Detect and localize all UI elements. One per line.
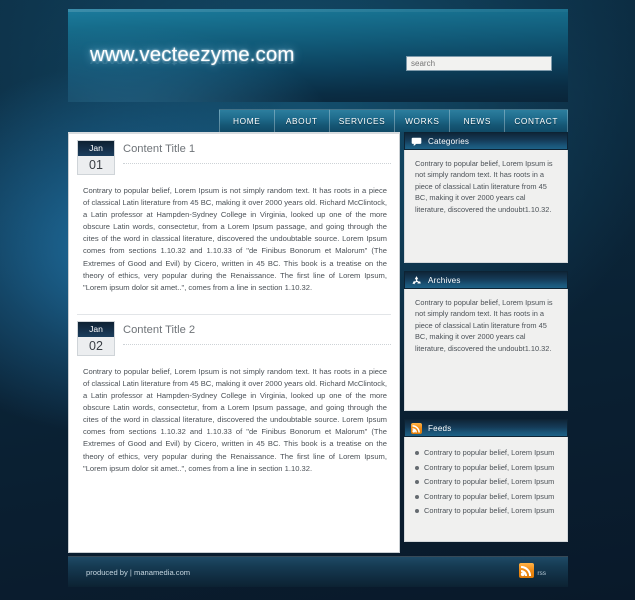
nav-item-contact[interactable]: CONTACT	[504, 109, 568, 132]
post-header: Jan 02 Content Title 2	[69, 315, 399, 360]
widget-archives-header: Archives	[404, 271, 568, 289]
feed-list-item[interactable]: Contrary to popular belief, Lorem Ipsum	[415, 461, 558, 476]
post-title[interactable]: Content Title 1	[123, 143, 195, 155]
widget-feeds-title: Feeds	[428, 423, 452, 433]
widget-categories-title: Categories	[428, 136, 470, 146]
site-footer: produced by | manamedia.com rss	[68, 556, 568, 587]
site-logo-reflection: www.vecteezyme.com	[90, 55, 295, 68]
post-date-badge: Jan 02	[77, 320, 115, 356]
bullet-icon	[415, 494, 419, 499]
widget-archives-title: Archives	[428, 275, 461, 285]
nav-item-services[interactable]: SERVICES	[328, 109, 395, 132]
widget-feeds: Feeds Contrary to popular belief, Lorem …	[404, 419, 568, 542]
feed-item-label: Contrary to popular belief, Lorem Ipsum	[424, 506, 555, 515]
site-container: www.vecteezyme.com www.vecteezyme.com HO…	[68, 9, 568, 587]
widget-categories-header: Categories	[404, 132, 568, 150]
main-navigation: HOME ABOUT SERVICES WORKS NEWS CONTACT	[218, 109, 568, 132]
bullet-icon	[415, 480, 419, 485]
post-header: Jan 01 Content Title 1	[69, 134, 399, 179]
site-logo[interactable]: www.vecteezyme.com www.vecteezyme.com	[90, 43, 295, 92]
bullet-icon	[415, 465, 419, 470]
feed-item-label: Contrary to popular belief, Lorem Ipsum	[424, 477, 555, 486]
bullet-icon	[415, 451, 419, 456]
feed-item-label: Contrary to popular belief, Lorem Ipsum	[424, 448, 555, 457]
recycle-icon	[412, 275, 421, 284]
post-title[interactable]: Content Title 2	[123, 324, 195, 336]
feed-list-item[interactable]: Contrary to popular belief, Lorem Ipsum	[415, 446, 558, 461]
rss-icon	[411, 422, 422, 434]
feed-list-item[interactable]: Contrary to popular belief, Lorem Ipsum	[415, 490, 558, 505]
content-area: Jan 01 Content Title 1 Contrary to popul…	[68, 132, 568, 553]
widget-feeds-header: Feeds	[404, 419, 568, 437]
post-date-day: 01	[78, 156, 114, 174]
feed-item-label: Contrary to popular belief, Lorem Ipsum	[424, 462, 555, 472]
post-date-month: Jan	[78, 141, 114, 156]
rss-icon	[519, 563, 535, 578]
post-date-badge: Jan 01	[77, 140, 115, 175]
feed-item-label: Contrary to popular belief, Lorem Ipsum	[424, 491, 555, 501]
nav-item-home[interactable]: HOME	[218, 109, 274, 132]
nav-item-about[interactable]: ABOUT	[273, 109, 329, 132]
speech-bubble-icon	[411, 137, 422, 146]
feed-list: Contrary to popular belief, Lorem Ipsum …	[415, 446, 558, 519]
widget-categories-body: Contrary to popular belief, Lorem Ipsum …	[404, 150, 568, 263]
nav-item-news[interactable]: NEWS	[449, 109, 505, 132]
nav-item-works[interactable]: WORKS	[394, 109, 450, 132]
post-date-day: 02	[78, 336, 114, 355]
widget-archives: Archives Contrary to popular belief, Lor…	[404, 271, 568, 411]
post-entry: Jan 02 Content Title 2 Contrary to popul…	[69, 315, 399, 481]
page-canvas: www.vecteezyme.com www.vecteezyme.com HO…	[0, 0, 635, 600]
post-entry: Jan 01 Content Title 1 Contrary to popul…	[69, 134, 399, 300]
post-body: Contrary to popular belief, Lorem Ipsum …	[83, 186, 387, 292]
widget-archives-body: Contrary to popular belief, Lorem Ipsum …	[404, 289, 568, 411]
search-input[interactable]	[406, 56, 552, 71]
widget-categories: Categories Contrary to popular belief, L…	[404, 132, 568, 263]
widget-feeds-body: Contrary to popular belief, Lorem Ipsum …	[404, 437, 568, 542]
post-title-divider	[123, 343, 391, 345]
site-header: www.vecteezyme.com www.vecteezyme.com	[68, 9, 568, 102]
post-date-month: Jan	[78, 321, 114, 337]
footer-rss-link[interactable]: rss	[519, 563, 546, 578]
feed-list-item[interactable]: Contrary to popular belief, Lorem Ipsum	[415, 475, 558, 490]
main-content-column: Jan 01 Content Title 1 Contrary to popul…	[68, 132, 400, 553]
footer-rss-label: rss	[537, 570, 546, 577]
feed-list-item[interactable]: Contrary to popular belief, Lorem Ipsum	[415, 504, 558, 519]
sidebar: Categories Contrary to popular belief, L…	[404, 132, 568, 553]
footer-credit: produced by | manamedia.com	[86, 568, 191, 577]
post-body: Contrary to popular belief, Lorem Ipsum …	[83, 366, 387, 473]
post-title-divider	[123, 163, 391, 164]
bullet-icon	[415, 509, 419, 514]
